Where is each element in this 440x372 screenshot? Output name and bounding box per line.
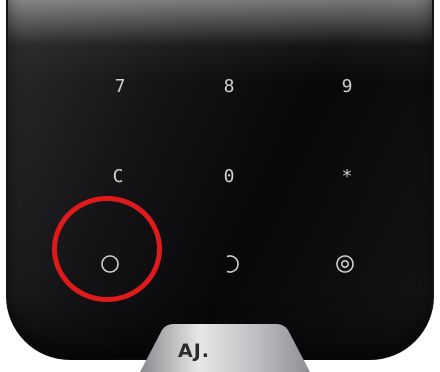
badge-plate bbox=[140, 324, 310, 372]
arm-partial-button[interactable] bbox=[199, 244, 259, 284]
key-0[interactable]: 0 bbox=[199, 156, 259, 196]
key-star[interactable]: * bbox=[317, 156, 377, 196]
brand-logo: AJ. bbox=[178, 340, 210, 362]
key-9[interactable]: 9 bbox=[317, 66, 377, 106]
key-clear[interactable]: C bbox=[88, 156, 148, 196]
key-7[interactable]: 7 bbox=[90, 66, 150, 106]
arm-partial-arc-icon bbox=[226, 255, 239, 273]
brand-badge: AJ. bbox=[140, 322, 310, 372]
night-mode-target-icon bbox=[336, 255, 354, 273]
highlight-circle bbox=[52, 196, 162, 302]
key-8[interactable]: 8 bbox=[199, 66, 259, 106]
night-mode-button[interactable] bbox=[315, 244, 375, 284]
